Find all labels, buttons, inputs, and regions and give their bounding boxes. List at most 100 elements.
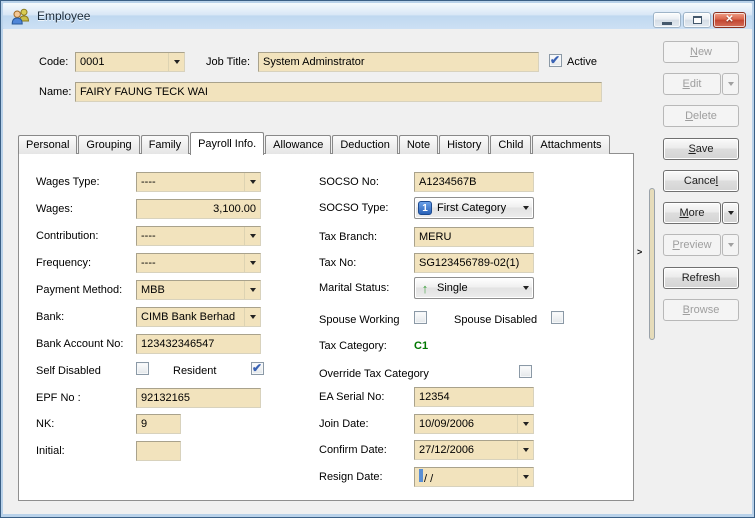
job-title-value: System Adminstrator [263, 56, 365, 68]
tab-child[interactable]: Child [490, 135, 532, 154]
panel-splitter[interactable] [649, 188, 655, 340]
tax-no-value: SG123456789-02(1) [419, 257, 520, 269]
tax-branch-field[interactable]: MERU [414, 227, 534, 247]
chevron-down-icon[interactable] [244, 308, 260, 326]
employee-window: Employee ✕ Code: 0001 Job Title: System … [0, 0, 755, 518]
splitter-collapse-icon[interactable]: > [637, 247, 642, 257]
socso-no-label: SOCSO No: [319, 176, 379, 188]
tab-family[interactable]: Family [140, 135, 190, 154]
refresh-button[interactable]: Refresh [663, 267, 739, 289]
active-label: Active [567, 56, 597, 68]
resign-date-label: Resign Date: [319, 471, 383, 483]
chevron-down-icon[interactable] [244, 254, 260, 272]
wages-field[interactable]: 3,100.00 [136, 199, 261, 219]
minimize-button[interactable] [653, 12, 681, 28]
ea-serial-no-field[interactable]: 12354 [414, 387, 534, 407]
code-combobox[interactable]: 0001 [75, 52, 185, 72]
first-category-icon: 1 [418, 201, 432, 215]
confirm-date-picker[interactable]: 27/12/2006 [414, 440, 534, 460]
more-dropdown-button[interactable] [722, 202, 739, 224]
tab-history[interactable]: History [439, 135, 490, 154]
close-button[interactable]: ✕ [713, 12, 746, 28]
chevron-down-icon[interactable] [244, 227, 260, 245]
epf-no-value: 92132165 [141, 392, 190, 404]
tax-no-label: Tax No: [319, 257, 357, 269]
bank-combobox[interactable]: CIMB Bank Berhad [136, 307, 261, 327]
payment-method-combobox[interactable]: MBB [136, 280, 261, 300]
chevron-down-icon[interactable] [517, 441, 533, 459]
tab-bar: Personal Grouping Family Payroll Info. A… [18, 132, 611, 155]
spouse-working-checkbox[interactable]: ✔ [414, 311, 427, 324]
marital-status-label: Marital Status: [319, 282, 390, 294]
tab-allowance[interactable]: Allowance [265, 135, 332, 154]
name-value: FAIRY FAUNG TECK WAI [80, 86, 208, 98]
epf-no-label: EPF No : [36, 392, 81, 404]
tab-grouping[interactable]: Grouping [78, 135, 140, 154]
wages-value: 3,100.00 [213, 203, 256, 215]
employee-people-icon [11, 8, 31, 25]
tax-category-label: Tax Category: [319, 340, 387, 352]
chevron-down-icon[interactable] [518, 206, 533, 210]
wages-type-value: ---- [141, 176, 156, 188]
wages-type-combobox[interactable]: ---- [136, 172, 261, 192]
resign-date-picker[interactable]: / / [414, 467, 534, 487]
chevron-down-icon [727, 82, 734, 86]
spouse-disabled-checkbox[interactable]: ✔ [551, 311, 564, 324]
tab-payroll-info[interactable]: Payroll Info. [190, 132, 265, 155]
bank-account-no-label: Bank Account No: [36, 338, 124, 350]
join-date-label: Join Date: [319, 418, 369, 430]
socso-type-combobox[interactable]: 1 First Category [414, 197, 534, 219]
spouse-working-label: Spouse Working [319, 314, 400, 326]
contribution-combobox[interactable]: ---- [136, 226, 261, 246]
contribution-label: Contribution: [36, 230, 99, 242]
resident-checkbox[interactable]: ✔ [251, 362, 264, 375]
job-title-field[interactable]: System Adminstrator [258, 52, 539, 72]
spouse-disabled-label: Spouse Disabled [454, 314, 538, 326]
chevron-down-icon[interactable] [244, 281, 260, 299]
nk-field[interactable]: 9 [136, 414, 181, 434]
marital-status-combobox[interactable]: ↑ Single [414, 277, 534, 299]
tab-personal[interactable]: Personal [18, 135, 78, 154]
resident-label: Resident [173, 365, 217, 377]
chevron-down-icon[interactable] [518, 286, 533, 290]
single-status-icon: ↑ [421, 280, 429, 296]
bank-account-no-field[interactable]: 123432346547 [136, 334, 261, 354]
override-tax-category-checkbox[interactable]: ✔ [519, 365, 532, 378]
check-icon: ✔ [252, 361, 263, 375]
initial-field[interactable] [136, 441, 181, 461]
tax-no-field[interactable]: SG123456789-02(1) [414, 253, 534, 273]
more-button[interactable]: More [663, 202, 721, 224]
chevron-down-icon[interactable] [244, 173, 260, 191]
tax-branch-value: MERU [419, 231, 452, 243]
window-title: Employee [37, 9, 91, 23]
socso-no-field[interactable]: A1234567B [414, 172, 534, 192]
epf-no-field[interactable]: 92132165 [136, 388, 261, 408]
save-button[interactable]: Save [663, 138, 739, 160]
wages-label: Wages: [36, 203, 73, 215]
socso-type-label: SOCSO Type: [319, 202, 389, 214]
chevron-down-icon[interactable] [517, 415, 533, 433]
tab-note[interactable]: Note [398, 135, 439, 154]
socso-no-value: A1234567B [419, 176, 477, 188]
bank-value: CIMB Bank Berhad [141, 311, 236, 323]
name-field[interactable]: FAIRY FAUNG TECK WAI [75, 82, 602, 102]
tab-attachments[interactable]: Attachments [532, 135, 610, 154]
minimize-icon [662, 21, 672, 25]
active-checkbox[interactable]: ✔ [549, 54, 562, 67]
join-date-picker[interactable]: 10/09/2006 [414, 414, 534, 434]
socso-type-value: First Category [437, 202, 507, 214]
name-label: Name: [39, 86, 72, 98]
maximize-button[interactable] [683, 12, 711, 28]
chevron-down-icon[interactable] [517, 468, 533, 486]
ea-serial-no-label: EA Serial No: [319, 391, 385, 403]
ea-serial-no-value: 12354 [419, 391, 450, 403]
tab-deduction[interactable]: Deduction [332, 135, 398, 154]
code-label: Code: [39, 56, 69, 68]
frequency-combobox[interactable]: ---- [136, 253, 261, 273]
titlebar[interactable]: Employee ✕ [3, 3, 752, 29]
cancel-button[interactable]: Cance l [663, 170, 739, 192]
self-disabled-checkbox[interactable]: ✔ [136, 362, 149, 375]
code-value: 0001 [80, 56, 105, 68]
chevron-down-icon[interactable] [168, 53, 184, 71]
confirm-date-label: Confirm Date: [319, 444, 387, 456]
